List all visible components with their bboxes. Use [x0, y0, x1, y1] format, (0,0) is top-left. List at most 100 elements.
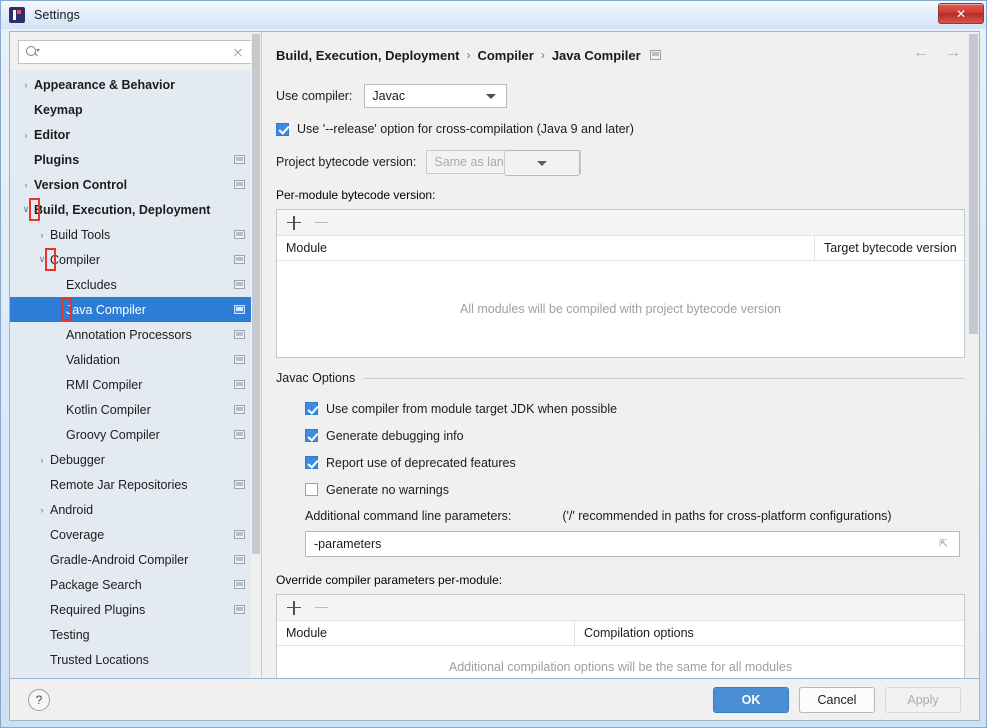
expand-icon[interactable]: ⇱ [939, 538, 951, 550]
checkbox-row-debugging-info[interactable]: Generate debugging info [305, 422, 965, 449]
sidebar-item-trusted-locations[interactable]: Trusted Locations [10, 647, 261, 672]
breadcrumb-item-2[interactable]: Java Compiler [552, 48, 641, 63]
sidebar-item-coverage[interactable]: Coverage [10, 522, 261, 547]
sidebar-item-build-tools[interactable]: › Build Tools [10, 222, 261, 247]
sidebar-item-android[interactable]: › Android [10, 497, 261, 522]
per-module-table-empty-message: All modules will be compiled with projec… [460, 302, 781, 316]
settings-sidebar: › Appearance & Behavior Keymap › Editor Plugi… [10, 32, 262, 678]
sidebar-item-annotation-processors[interactable]: Annotation Processors [10, 322, 261, 347]
javac-checkbox-list: Use compiler from module target JDK when… [305, 395, 965, 557]
ok-button[interactable]: OK [713, 686, 789, 713]
sidebar-item-label: Version Control [34, 177, 128, 192]
sidebar-item-appearance-behavior[interactable]: › Appearance & Behavior [10, 72, 261, 97]
sidebar-item-rmi-compiler[interactable]: RMI Compiler [10, 372, 261, 397]
add-module-button[interactable] [287, 215, 301, 230]
sidebar-item-excludes[interactable]: Excludes [10, 272, 261, 297]
additional-params-hint: ('/' recommended in paths for cross-plat… [562, 509, 892, 523]
dialog-body: › Appearance & Behavior Keymap › Editor Plugi… [9, 31, 980, 679]
use-compiler-label: Use compiler: [276, 89, 353, 103]
checkbox-row-use-module-jdk[interactable]: Use compiler from module target JDK when… [305, 395, 965, 422]
column-header-module[interactable]: Module [277, 236, 814, 260]
sidebar-item-version-control[interactable]: › Version Control [10, 172, 261, 197]
sidebar-item-gradle-android-compiler[interactable]: Gradle-Android Compiler [10, 547, 261, 572]
sidebar-item-keymap[interactable]: Keymap [10, 97, 261, 122]
sidebar-item-java-compiler[interactable]: Java Compiler [10, 297, 261, 322]
settings-page-icon [234, 430, 245, 439]
sidebar-item-compiler[interactable]: ∨ Compiler [10, 247, 261, 272]
sidebar-item-kotlin-compiler[interactable]: Kotlin Compiler [10, 397, 261, 422]
sidebar-item-label: Android [50, 502, 94, 517]
checkbox-no-warnings[interactable] [305, 483, 318, 496]
chevron-right-icon[interactable]: › [34, 505, 50, 515]
sidebar-item-plugins[interactable]: Plugins [10, 147, 261, 172]
close-button[interactable]: ✕ [938, 3, 984, 24]
checkbox-label-debugging-info: Generate debugging info [326, 428, 464, 443]
checkbox-debugging-info[interactable] [305, 429, 318, 442]
column-header-compilation-options[interactable]: Compilation options [574, 621, 964, 645]
settings-dialog-window: Settings ✕ › Appearance & Behavior Keymap ›… [0, 0, 987, 728]
cancel-button[interactable]: Cancel [799, 686, 875, 713]
arrow-left-icon[interactable]: ← [913, 44, 929, 62]
javac-options-group: Javac Options [276, 371, 965, 385]
checkbox-row-no-warnings[interactable]: Generate no warnings [305, 476, 965, 503]
sidebar-item-label: Package Search [50, 577, 142, 592]
sidebar-item-groovy-compiler[interactable]: Groovy Compiler [10, 422, 261, 447]
chevron-down-icon[interactable]: ∨ [34, 254, 50, 265]
project-bytecode-dropdown[interactable]: Same as language level [426, 150, 582, 176]
checkbox-deprecated-features[interactable] [305, 456, 318, 469]
main-scrollbar-thumb[interactable] [969, 34, 978, 334]
sidebar-scrollbar[interactable] [251, 32, 261, 678]
search-input[interactable] [43, 44, 229, 60]
dialog-footer: ? OK Cancel Apply [9, 679, 980, 721]
column-header-target-bytecode[interactable]: Target bytecode version [814, 236, 964, 260]
additional-params-input[interactable] [306, 536, 959, 552]
sidebar-item-required-plugins[interactable]: Required Plugins [10, 597, 261, 622]
override-params-table: Module Compilation options Additional co… [276, 594, 965, 678]
chevron-down-icon [486, 94, 497, 99]
chevron-right-icon[interactable]: › [18, 80, 34, 90]
settings-page-icon[interactable] [649, 50, 661, 60]
breadcrumb-item-0[interactable]: Build, Execution, Deployment [276, 48, 459, 63]
main-scrollbar[interactable] [968, 32, 979, 678]
per-module-table-toolbar [277, 210, 964, 236]
project-bytecode-dropdown-button[interactable] [504, 150, 581, 176]
release-option-row[interactable]: Use '--release' option for cross-compila… [276, 122, 965, 136]
add-override-button[interactable] [287, 600, 301, 615]
search-box[interactable] [18, 40, 253, 64]
sidebar-item-remote-jar-repositories[interactable]: Remote Jar Repositories [10, 472, 261, 497]
chevron-right-icon[interactable]: › [18, 180, 34, 190]
sidebar-item-debugger[interactable]: › Debugger [10, 447, 261, 472]
override-params-label: Override compiler parameters per-module: [276, 573, 503, 587]
javac-options-title: Javac Options [276, 371, 356, 385]
chevron-right-icon[interactable]: › [18, 130, 34, 140]
checkbox-label-no-warnings: Generate no warnings [326, 482, 449, 497]
sidebar-item-label: RMI Compiler [66, 377, 143, 392]
release-option-checkbox[interactable] [276, 122, 289, 136]
ok-button-label: OK [741, 692, 761, 707]
sidebar-item-label: Required Plugins [50, 602, 146, 617]
column-header-module[interactable]: Module [277, 621, 574, 645]
use-compiler-dropdown[interactable]: Javac [364, 84, 508, 108]
sidebar-item-editor[interactable]: › Editor [10, 122, 261, 147]
footer-buttons: OK Cancel Apply [713, 686, 961, 713]
additional-params-field[interactable]: ⇱ [305, 531, 960, 557]
chevron-right-icon[interactable]: › [34, 230, 50, 240]
chevron-right-icon[interactable]: › [34, 455, 50, 465]
breadcrumb-item-1[interactable]: Compiler [477, 48, 533, 63]
settings-page-icon [234, 380, 245, 389]
override-table-toolbar [277, 595, 964, 621]
sidebar-item-label: Remote Jar Repositories [50, 477, 188, 492]
sidebar-item-validation[interactable]: Validation [10, 347, 261, 372]
clear-search-icon[interactable] [229, 43, 247, 61]
chevron-down-icon[interactable]: ∨ [18, 204, 34, 215]
checkbox-label-use-module-jdk: Use compiler from module target JDK when… [326, 401, 618, 416]
checkbox-use-module-jdk[interactable] [305, 402, 318, 415]
sidebar-item-package-search[interactable]: Package Search [10, 572, 261, 597]
checkbox-row-deprecated-features[interactable]: Report use of deprecated features [305, 449, 965, 476]
help-button[interactable]: ? [28, 688, 50, 711]
arrow-right-icon[interactable]: → [945, 44, 961, 62]
sidebar-scrollbar-thumb[interactable] [252, 34, 260, 554]
settings-tree[interactable]: › Appearance & Behavior Keymap › Editor Plugi… [10, 70, 261, 678]
sidebar-item-build-execution-deployment[interactable]: ∨ Build, Execution, Deployment [10, 197, 261, 222]
sidebar-item-testing[interactable]: Testing [10, 622, 261, 647]
